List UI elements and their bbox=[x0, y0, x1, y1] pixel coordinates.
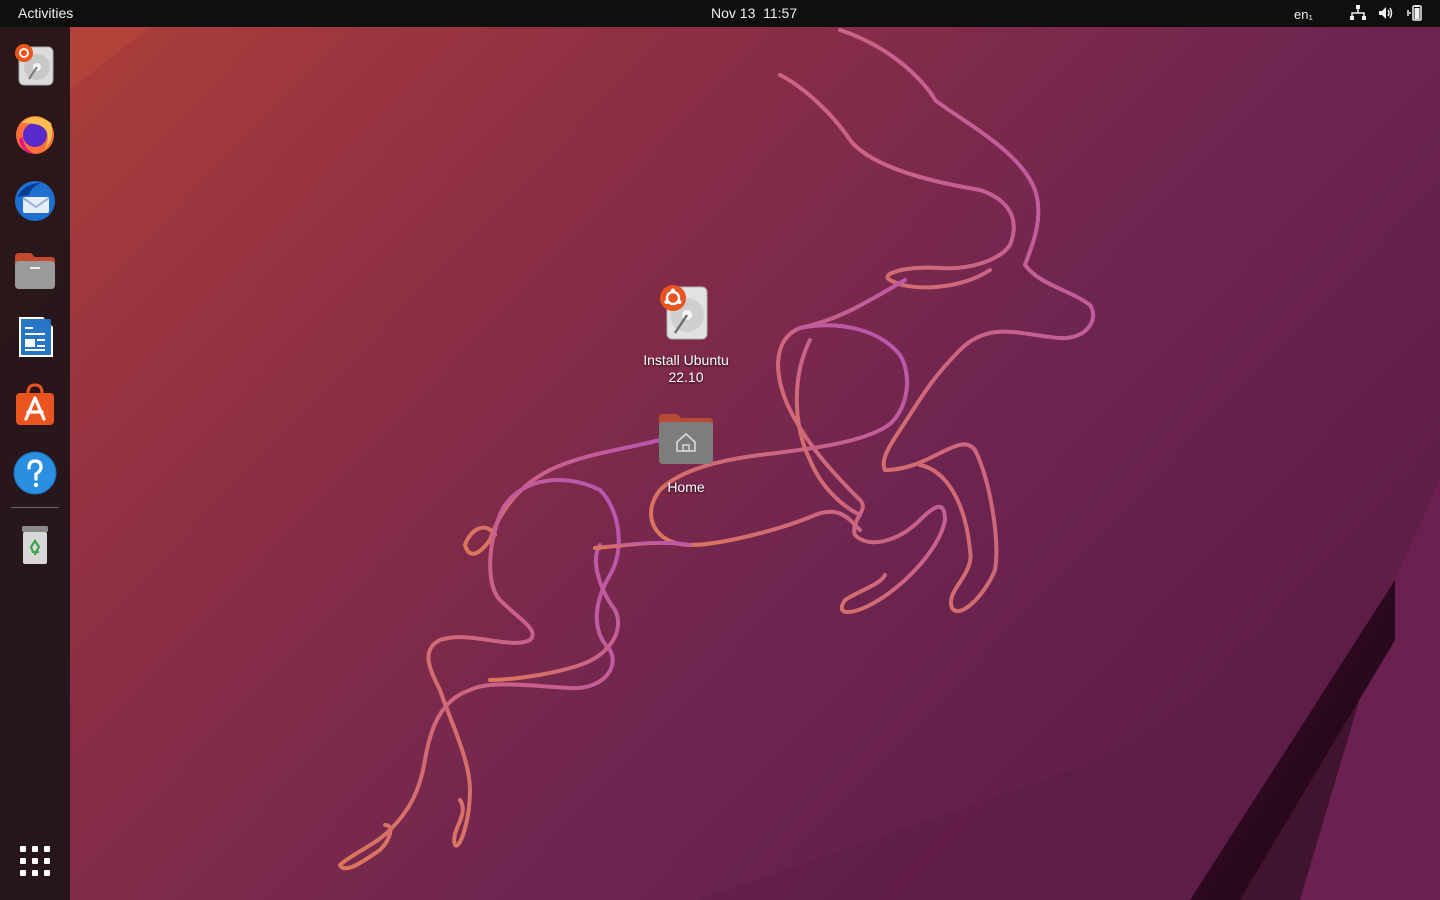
dock-libreoffice-writer[interactable] bbox=[7, 309, 63, 365]
trash-icon bbox=[22, 526, 48, 564]
dock-separator bbox=[11, 507, 59, 508]
home-folder-icon bbox=[659, 414, 713, 464]
desktop-icon-install-ubuntu[interactable]: Install Ubuntu 22.10 bbox=[631, 283, 741, 386]
installer-icon bbox=[660, 285, 708, 340]
activities-button[interactable]: Activities bbox=[0, 0, 91, 27]
thunderbird-icon bbox=[15, 181, 55, 221]
dock-install-ubuntu[interactable] bbox=[7, 37, 63, 93]
dock bbox=[0, 27, 70, 900]
label-line: Install Ubuntu bbox=[643, 352, 729, 368]
dock-thunderbird[interactable] bbox=[7, 173, 63, 229]
writer-icon bbox=[19, 317, 53, 357]
software-icon bbox=[16, 383, 54, 425]
app-grid-icon bbox=[20, 846, 50, 876]
help-icon bbox=[13, 451, 57, 495]
firefox-icon bbox=[16, 116, 54, 154]
files-icon bbox=[15, 253, 55, 289]
desktop-icon-label: Home bbox=[631, 479, 741, 496]
volume-icon[interactable] bbox=[1377, 4, 1395, 22]
desktop-icon-label: Install Ubuntu 22.10 bbox=[631, 352, 741, 386]
dock-files[interactable] bbox=[7, 241, 63, 297]
label-line: Home bbox=[667, 479, 705, 495]
clock[interactable]: Nov 13 11:57 bbox=[711, 0, 797, 27]
desktop-icon-home[interactable]: Home bbox=[631, 410, 741, 496]
input-language-indicator[interactable]: en₁ bbox=[1294, 0, 1313, 27]
battery-icon[interactable] bbox=[1406, 4, 1424, 22]
dock-firefox[interactable] bbox=[7, 105, 63, 161]
label-line: 22.10 bbox=[668, 369, 704, 385]
installer-icon bbox=[15, 44, 54, 86]
dock-ubuntu-software[interactable] bbox=[7, 377, 63, 433]
dock-trash[interactable] bbox=[7, 516, 63, 572]
show-applications-button[interactable] bbox=[7, 833, 63, 889]
dock-help[interactable] bbox=[7, 445, 63, 501]
network-icon[interactable] bbox=[1349, 4, 1367, 22]
top-bar: Activities Nov 13 11:57 en₁ bbox=[0, 0, 1440, 27]
